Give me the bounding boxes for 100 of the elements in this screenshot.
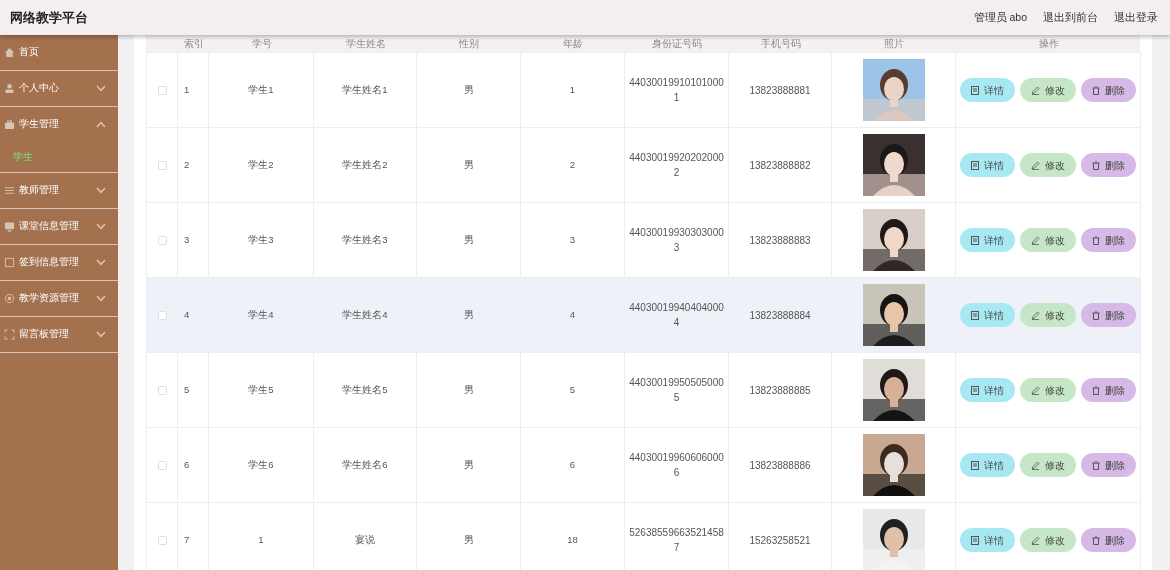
sidebar-item[interactable]: 教师管理 [0, 173, 118, 208]
table-cell-text: 13823888882 [749, 158, 811, 173]
sidebar-item[interactable]: 签到信息管理 [0, 245, 118, 280]
edit-button[interactable]: 修改 [1020, 153, 1076, 177]
sidebar-item[interactable]: 个人中心 [0, 71, 118, 106]
table-cell-text: 男 [463, 457, 474, 472]
row-checkbox[interactable] [157, 460, 167, 470]
table-cell-text: 1 [569, 82, 576, 97]
pencil-icon [1031, 385, 1040, 395]
table-cell-text: 学生4 [248, 307, 274, 322]
edit-button[interactable]: 修改 [1020, 453, 1076, 477]
document-icon [971, 235, 979, 245]
row-checkbox[interactable] [157, 535, 167, 545]
table-cell-text: 6 [569, 457, 576, 472]
delete-button[interactable]: 删除 [1081, 153, 1136, 177]
detail-button[interactable]: 详情 [960, 303, 1015, 327]
circle-icon [4, 293, 15, 304]
column-header[interactable]: 身份证号码 [652, 39, 702, 49]
edit-button[interactable]: 修改 [1020, 78, 1076, 102]
table-cell-text: 学生姓名5 [342, 382, 388, 397]
column-header[interactable]: 年龄 [563, 39, 583, 49]
table-cell-text: 学生1 [248, 82, 274, 97]
detail-button[interactable]: 详情 [960, 453, 1015, 477]
edit-button[interactable]: 修改 [1020, 378, 1076, 402]
table-cell-text: 学生5 [248, 382, 274, 397]
trash-icon [1092, 235, 1100, 245]
pencil-icon [1031, 535, 1040, 545]
sidebar-item[interactable]: 课堂信息管理 [0, 209, 118, 244]
table-cell-text: 学生3 [248, 232, 274, 247]
row-checkbox[interactable] [157, 235, 167, 245]
table-cell-text: 1 [184, 82, 190, 97]
delete-button[interactable]: 删除 [1081, 228, 1136, 252]
monitor-icon [4, 221, 15, 232]
sidebar-item[interactable]: 学生管理 [0, 107, 118, 142]
sliders-icon [4, 185, 15, 196]
document-icon [971, 385, 979, 395]
row-checkbox[interactable] [157, 85, 167, 95]
user-icon [4, 83, 15, 94]
table-cell-text: 526385596635214587 [628, 526, 725, 555]
delete-button[interactable]: 删除 [1081, 78, 1136, 102]
column-header[interactable]: 照片 [884, 39, 904, 49]
user-menu[interactable]: 管理员 abo [973, 9, 1027, 26]
header-link[interactable]: 退出登录 [1114, 9, 1158, 26]
column-header[interactable]: 索引 [184, 39, 204, 49]
column-header[interactable]: 学生姓名 [345, 39, 386, 49]
table-cell-text: 18 [567, 532, 578, 547]
detail-button[interactable]: 详情 [960, 228, 1015, 252]
pencil-icon [1031, 160, 1040, 170]
table-cell-text: 3 [569, 232, 576, 247]
edit-button[interactable]: 修改 [1020, 528, 1076, 552]
column-header[interactable]: 手机号码 [760, 39, 801, 49]
trash-icon [1092, 85, 1100, 95]
briefcase-icon [4, 119, 15, 130]
edit-button[interactable]: 修改 [1020, 303, 1076, 327]
detail-button[interactable]: 详情 [960, 378, 1015, 402]
document-icon [971, 85, 979, 95]
trash-icon [1092, 460, 1100, 470]
table-cell-text: 学生6 [248, 457, 274, 472]
pencil-icon [1031, 235, 1040, 245]
app-title: 网络教学平台 [10, 8, 88, 27]
column-header[interactable]: 操作 [1038, 39, 1059, 49]
sidebar-item[interactable]: 留言板管理 [0, 317, 118, 352]
sidebar-item[interactable]: 首页 [0, 35, 118, 70]
table-cell-text: 440300199505050005 [628, 376, 725, 405]
row-checkbox[interactable] [157, 385, 167, 395]
frame-icon [4, 329, 15, 340]
table-cell-text: 440300199101010001 [628, 76, 725, 105]
table-cell-text: 宴说 [355, 532, 375, 547]
table-cell-text: 男 [463, 157, 474, 172]
delete-button[interactable]: 删除 [1081, 303, 1136, 327]
table-cell-text: 4 [569, 307, 576, 322]
header-link[interactable]: 退出到前台 [1043, 9, 1098, 26]
table-cell-text: 1 [258, 532, 264, 547]
delete-button[interactable]: 删除 [1081, 528, 1136, 552]
table-cell-text: 13823888881 [749, 83, 811, 98]
column-header[interactable]: 学号 [251, 39, 272, 49]
table-cell-text: 13823888883 [749, 233, 811, 248]
document-icon [971, 460, 979, 470]
table-cell-text: 440300199202020002 [628, 151, 725, 180]
row-checkbox[interactable] [157, 160, 167, 170]
pencil-icon [1031, 310, 1040, 320]
detail-button[interactable]: 详情 [960, 528, 1015, 552]
detail-button[interactable]: 详情 [960, 78, 1015, 102]
table-cell-text: 2 [569, 157, 576, 172]
table-cell-text: 学生姓名6 [342, 457, 388, 472]
trash-icon [1092, 160, 1100, 170]
row-checkbox[interactable] [157, 310, 167, 320]
table-cell-text: 2 [184, 157, 190, 172]
table-cell-text: 440300199303030003 [628, 226, 725, 255]
table-cell-text: 男 [463, 82, 474, 97]
trash-icon [1092, 385, 1100, 395]
sidebar-item[interactable]: 教学资源管理 [0, 281, 118, 316]
delete-button[interactable]: 删除 [1081, 378, 1136, 402]
detail-button[interactable]: 详情 [960, 153, 1015, 177]
delete-button[interactable]: 删除 [1081, 453, 1136, 477]
table-cell-text: 4 [184, 307, 190, 322]
table-cell-text: 学生姓名4 [342, 307, 388, 322]
home-icon [4, 47, 15, 58]
column-header[interactable]: 性别 [459, 39, 479, 49]
edit-button[interactable]: 修改 [1020, 228, 1076, 252]
